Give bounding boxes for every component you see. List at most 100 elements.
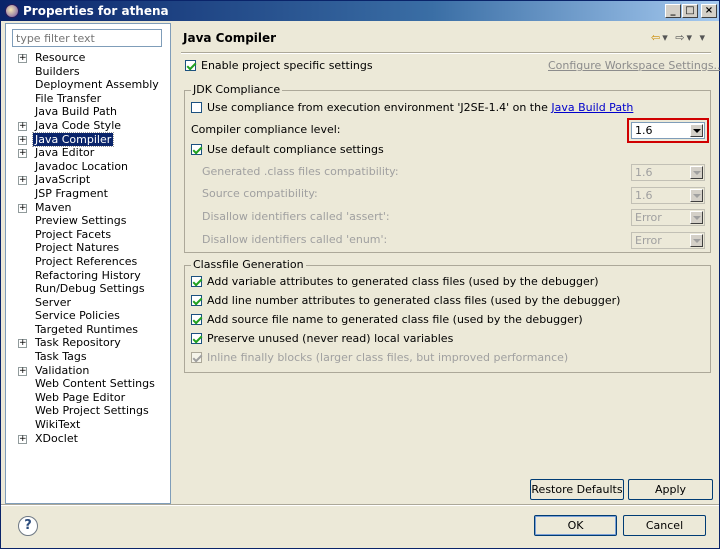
tree-item[interactable]: Deployment Assembly <box>6 78 170 92</box>
use-execution-environment-checkbox[interactable]: Use compliance from execution environmen… <box>191 100 633 116</box>
compliance-level-select[interactable]: 1.6 <box>627 118 709 143</box>
compliance-level-label: Compiler compliance level: <box>191 123 341 136</box>
classfile-option-checkbox[interactable]: Inline finally blocks (larger class file… <box>191 350 568 366</box>
tree-item[interactable]: Builders <box>6 65 170 79</box>
expand-icon[interactable]: + <box>18 135 27 145</box>
checkbox-icon[interactable] <box>191 333 202 344</box>
tree-item[interactable]: Run/Debug Settings <box>6 282 170 296</box>
tree-item[interactable]: Service Policies <box>6 309 170 323</box>
classfile-option-checkbox[interactable]: Add line number attributes to generated … <box>191 293 620 309</box>
expand-icon[interactable]: + <box>18 149 27 159</box>
tree-item-label: XDoclet <box>35 431 78 445</box>
classfile-option-checkbox[interactable]: Add variable attributes to generated cla… <box>191 274 599 290</box>
tree-item-label: Java Build Path <box>35 105 118 119</box>
source-compatibility-select[interactable]: 1.6 <box>631 187 705 204</box>
checkbox-icon[interactable] <box>191 295 202 306</box>
ok-button[interactable]: OK <box>534 515 617 536</box>
tree-item-label: Task Repository <box>35 336 121 350</box>
tree-item[interactable]: + Resource <box>6 51 170 65</box>
tree-item[interactable]: File Transfer <box>6 92 170 106</box>
tree-item[interactable]: Task Tags <box>6 350 170 364</box>
expand-icon[interactable]: + <box>18 434 27 444</box>
tree-item[interactable]: + Validation <box>6 364 170 378</box>
expand-icon[interactable]: + <box>18 366 27 376</box>
maximize-button[interactable]: □ <box>682 4 698 18</box>
tree-item[interactable]: Preview Settings <box>6 214 170 228</box>
dropdown-arrow-icon[interactable] <box>690 234 703 247</box>
disallow-assert-select[interactable]: Error <box>631 209 705 226</box>
tree-item[interactable]: Javadoc Location <box>6 160 170 174</box>
window-title: Properties for athena <box>23 4 169 18</box>
tree-item[interactable]: Project Facets <box>6 228 170 242</box>
tree-item-label: File Transfer <box>35 91 102 105</box>
tree-item[interactable]: Web Project Settings <box>6 404 170 418</box>
page-title: Java Compiler <box>183 31 277 45</box>
tree-item[interactable]: Project References <box>6 255 170 269</box>
tree-item[interactable]: Web Page Editor <box>6 391 170 405</box>
checkbox-icon[interactable] <box>191 102 202 113</box>
expand-icon[interactable]: + <box>18 339 27 349</box>
page-navigation: ⇦▾ ⇨▾ ▾ <box>651 31 707 44</box>
tree-item[interactable]: + Java Code Style <box>6 119 170 133</box>
tree-item[interactable]: + JavaScript <box>6 173 170 187</box>
checkbox-icon[interactable] <box>185 60 196 71</box>
dropdown-arrow-icon[interactable] <box>690 166 703 179</box>
minimize-button[interactable]: _ <box>665 4 681 18</box>
expand-icon[interactable]: + <box>18 54 27 63</box>
tree-item-label: Project References <box>35 254 138 268</box>
use-default-compliance-checkbox[interactable]: Use default compliance settings <box>191 142 384 158</box>
tree-item[interactable]: + Maven <box>6 201 170 215</box>
cancel-button[interactable]: Cancel <box>623 515 706 536</box>
checkbox-icon[interactable] <box>191 276 202 287</box>
back-menu-icon[interactable]: ▾ <box>662 31 670 44</box>
property-tree: + Resource Builders Deployment Assembly File… <box>6 51 170 445</box>
generated-compatibility-select[interactable]: 1.6 <box>631 164 705 181</box>
tree-item[interactable]: JSP Fragment <box>6 187 170 201</box>
tree-item[interactable]: + Task Repository <box>6 336 170 350</box>
tree-item[interactable]: WikiText <box>6 418 170 432</box>
tree-item[interactable]: + Java Editor <box>6 146 170 160</box>
view-menu-icon[interactable]: ▾ <box>699 31 707 44</box>
tree-item[interactable]: Java Build Path <box>6 105 170 119</box>
help-icon[interactable]: ? <box>18 516 38 536</box>
tree-item[interactable]: + Java Compiler <box>6 131 170 147</box>
jdk-compliance-group: JDK Compliance Use compliance from execu… <box>184 83 711 253</box>
close-button[interactable]: × <box>701 4 717 18</box>
apply-button[interactable]: Apply <box>628 479 713 500</box>
forward-menu-icon[interactable]: ▾ <box>686 31 694 44</box>
checkbox-icon[interactable] <box>191 314 202 325</box>
tree-item-label: Preview Settings <box>35 214 127 228</box>
classfile-option-checkbox[interactable]: Add source file name to generated class … <box>191 312 583 328</box>
expand-icon[interactable]: + <box>18 203 27 213</box>
configure-workspace-link[interactable]: Configure Workspace Settings... <box>548 58 720 74</box>
jdk-compliance-label: JDK Compliance <box>191 83 283 96</box>
dropdown-arrow-icon[interactable] <box>690 211 703 224</box>
forward-arrow-icon[interactable]: ⇨ <box>675 31 686 44</box>
tree-item[interactable]: Server <box>6 296 170 310</box>
dropdown-arrow-icon[interactable] <box>690 189 703 202</box>
dropdown-arrow-icon[interactable] <box>690 124 703 137</box>
tree-item[interactable]: Refactoring History <box>6 269 170 283</box>
disallow-enum-select[interactable]: Error <box>631 232 705 249</box>
filter-input[interactable] <box>12 29 162 47</box>
restore-defaults-button[interactable]: Restore Defaults <box>530 479 624 500</box>
tree-item[interactable]: + XDoclet <box>6 432 170 446</box>
tree-item-label: Javadoc Location <box>35 159 129 173</box>
tree-item[interactable]: Project Natures <box>6 241 170 255</box>
expand-icon[interactable]: + <box>18 176 27 186</box>
tree-item-label: Web Project Settings <box>35 404 149 418</box>
back-arrow-icon[interactable]: ⇦ <box>651 31 662 44</box>
title-bar[interactable]: Properties for athena _ □ × <box>1 1 719 21</box>
classfile-generation-label: Classfile Generation <box>191 258 306 271</box>
tree-item-label: Java Editor <box>35 146 95 160</box>
java-build-path-link[interactable]: Java Build Path <box>551 101 633 114</box>
tree-item-label: Maven <box>35 200 72 214</box>
enable-project-specific-checkbox[interactable]: Enable project specific settings <box>185 58 373 74</box>
tree-item[interactable]: Web Content Settings <box>6 377 170 391</box>
classfile-option-checkbox[interactable]: Preserve unused (never read) local varia… <box>191 331 453 347</box>
tree-item[interactable]: Targeted Runtimes <box>6 323 170 337</box>
checkbox-icon[interactable] <box>191 144 202 155</box>
checkbox-icon[interactable] <box>191 352 202 363</box>
expand-icon[interactable]: + <box>18 121 27 131</box>
tree-item-label: Resource <box>35 51 86 64</box>
